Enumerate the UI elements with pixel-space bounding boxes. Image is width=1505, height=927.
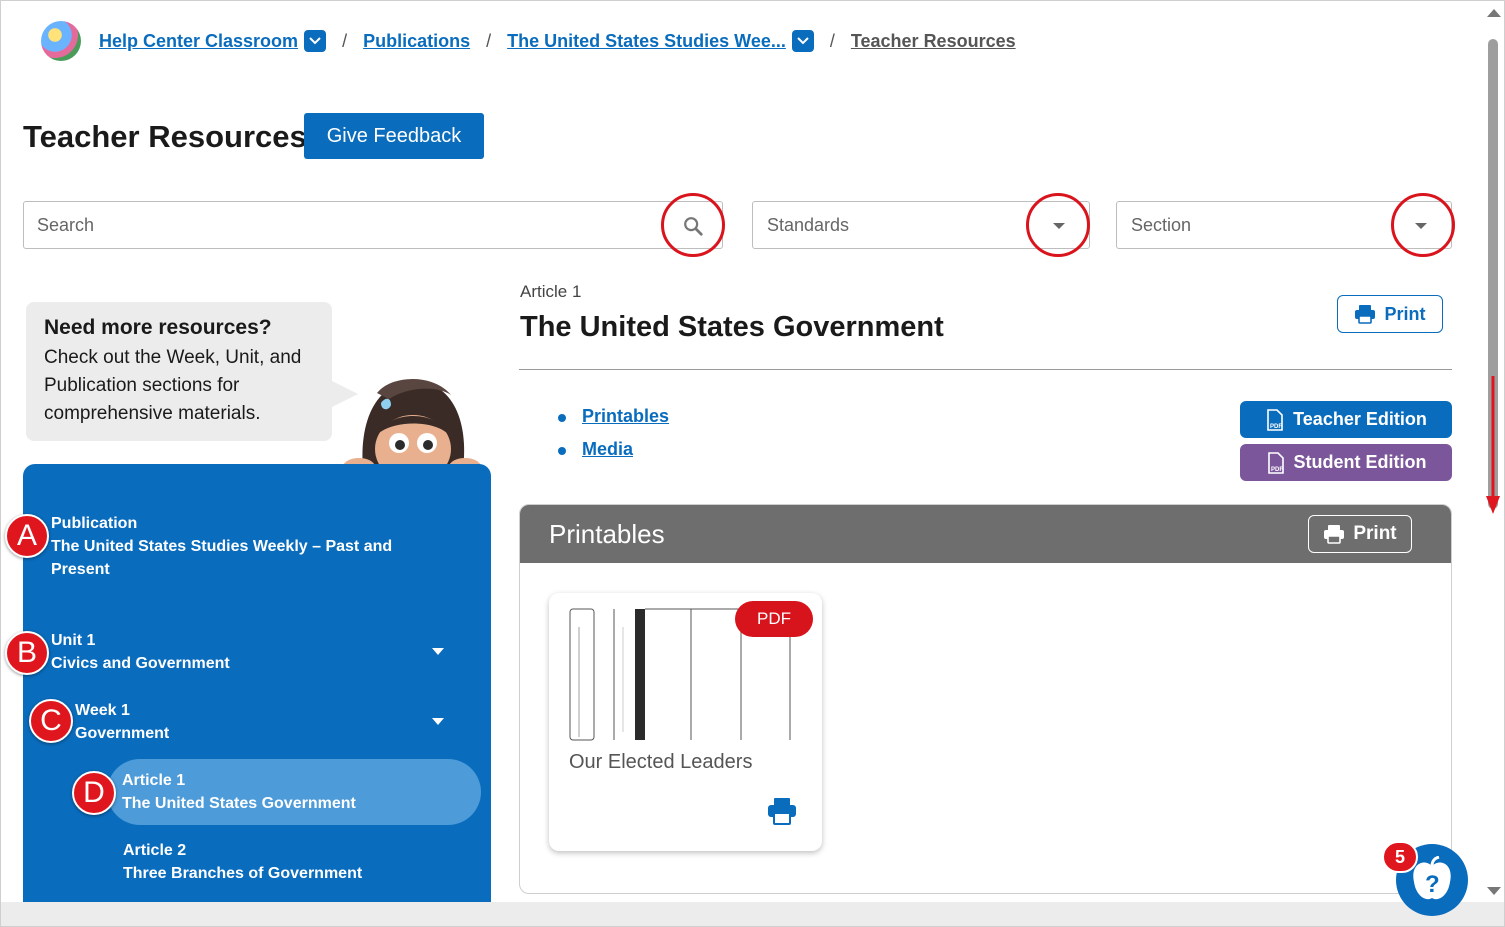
breadcrumb-current-page[interactable]: Teacher Resources <box>851 31 1016 52</box>
give-feedback-button[interactable]: Give Feedback <box>304 113 484 159</box>
printable-card-title: Our Elected Leaders <box>569 751 753 773</box>
printables-link[interactable]: Printables <box>582 406 669 426</box>
scroll-down-annotation-arrow-icon <box>1486 376 1500 514</box>
print-article-button[interactable]: Print <box>1337 295 1443 333</box>
nav-article-1-title: The United States Government <box>122 795 356 812</box>
nav-publication[interactable]: Publication The United States Studies We… <box>51 512 431 581</box>
svg-text:PDF: PDF <box>1270 424 1282 430</box>
nav-unit-kicker: Unit 1 <box>51 632 96 649</box>
printables-title: Printables <box>549 518 665 549</box>
teacher-edition-button[interactable]: PDF Teacher Edition <box>1240 401 1452 438</box>
pdf-file-icon: PDF <box>1267 408 1283 431</box>
marker-a: A <box>5 514 49 558</box>
notification-count-badge: 5 <box>1382 841 1418 873</box>
printables-panel-header: Printables Print <box>520 505 1451 563</box>
highlight-circle <box>1391 193 1455 257</box>
breadcrumb-separator: / <box>486 30 492 51</box>
standards-select-label: Standards <box>767 215 850 235</box>
resource-links: Printables Media <box>558 406 669 472</box>
marker-d: D <box>72 771 116 815</box>
nav-article-1-kicker: Article 1 <box>122 772 186 789</box>
breadcrumb-classroom-link[interactable]: Help Center Classroom <box>99 31 298 52</box>
nav-week-kicker: Week 1 <box>75 702 130 719</box>
printer-icon <box>1324 525 1345 544</box>
globe-logo-icon <box>41 21 81 61</box>
marker-c: C <box>29 699 73 743</box>
breadcrumb: Help Center Classroom / Publications / T… <box>41 19 1016 63</box>
search-box <box>23 201 723 249</box>
nav-week[interactable]: Week 1 Government <box>75 699 415 745</box>
nav-publication-kicker: Publication <box>51 515 138 532</box>
student-edition-button[interactable]: PDF Student Edition <box>1240 444 1452 481</box>
media-link[interactable]: Media <box>582 439 633 459</box>
nav-publication-title: The United States Studies Weekly – Past … <box>51 538 393 578</box>
horizontal-scrollbar-track <box>1 902 1504 926</box>
chevron-down-icon <box>797 37 809 45</box>
breadcrumb-separator: / <box>829 30 835 51</box>
marker-b: B <box>5 631 49 675</box>
publication-dropdown-button[interactable] <box>791 30 814 52</box>
classroom-dropdown-button[interactable] <box>304 30 327 52</box>
nav-unit[interactable]: Unit 1 Civics and Government <box>51 629 431 675</box>
section-select-label: Section <box>1131 215 1192 235</box>
search-input[interactable] <box>24 202 722 248</box>
page-title: Teacher Resources <box>23 119 307 154</box>
printer-icon <box>1355 305 1376 324</box>
chevron-down-icon <box>309 37 321 45</box>
highlight-circle <box>661 193 725 257</box>
resources-tip-bubble: Need more resources? Check out the Week,… <box>26 302 358 441</box>
title-divider <box>519 369 1452 370</box>
svg-text:?: ? <box>1425 871 1440 898</box>
nav-article-2-kicker: Article 2 <box>123 842 187 859</box>
tip-title: Need more resources? <box>44 316 272 339</box>
nav-article-1[interactable]: Article 1 The United States Government <box>122 769 462 815</box>
printables-panel: Printables Print PDF Our Elected Leaders <box>519 504 1452 894</box>
print-article-label: Print <box>1384 303 1426 324</box>
print-printables-label: Print <box>1353 523 1397 544</box>
pdf-badge: PDF <box>735 601 813 637</box>
browser-viewport: Help Center Classroom / Publications / T… <box>0 0 1505 927</box>
printable-card[interactable]: PDF Our Elected Leaders <box>549 593 822 851</box>
student-edition-label: Student Edition <box>1293 452 1427 472</box>
nav-article-2-title: Three Branches of Government <box>123 865 363 882</box>
teacher-edition-label: Teacher Edition <box>1293 409 1427 429</box>
breadcrumb-separator: / <box>342 30 348 51</box>
scroll-up-arrow-icon[interactable] <box>1487 9 1501 17</box>
printer-icon[interactable] <box>767 797 797 825</box>
article-title: The United States Government <box>520 311 944 343</box>
week-expand-icon[interactable] <box>432 718 444 725</box>
nav-unit-title: Civics and Government <box>51 655 230 672</box>
peeking-character-illustration <box>343 379 481 476</box>
article-kicker: Article 1 <box>520 282 582 301</box>
highlight-circle <box>1026 193 1090 257</box>
list-item: Media <box>558 439 669 472</box>
tip-text: Check out the Week, Unit, and Publicatio… <box>44 347 302 424</box>
pdf-file-icon: PDF <box>1267 451 1284 474</box>
unit-expand-icon[interactable] <box>432 648 444 655</box>
svg-text:PDF: PDF <box>1271 467 1283 473</box>
print-printables-button[interactable]: Print <box>1308 515 1412 553</box>
list-item: Printables <box>558 406 669 439</box>
nav-article-2[interactable]: Article 2 Three Branches of Government <box>123 839 463 885</box>
resource-navigation: Publication The United States Studies We… <box>23 464 491 926</box>
breadcrumb-publications-link[interactable]: Publications <box>363 31 470 52</box>
nav-week-title: Government <box>75 725 170 742</box>
breadcrumb-publication-link[interactable]: The United States Studies Wee... <box>507 31 786 52</box>
scroll-down-arrow-icon[interactable] <box>1487 887 1501 895</box>
